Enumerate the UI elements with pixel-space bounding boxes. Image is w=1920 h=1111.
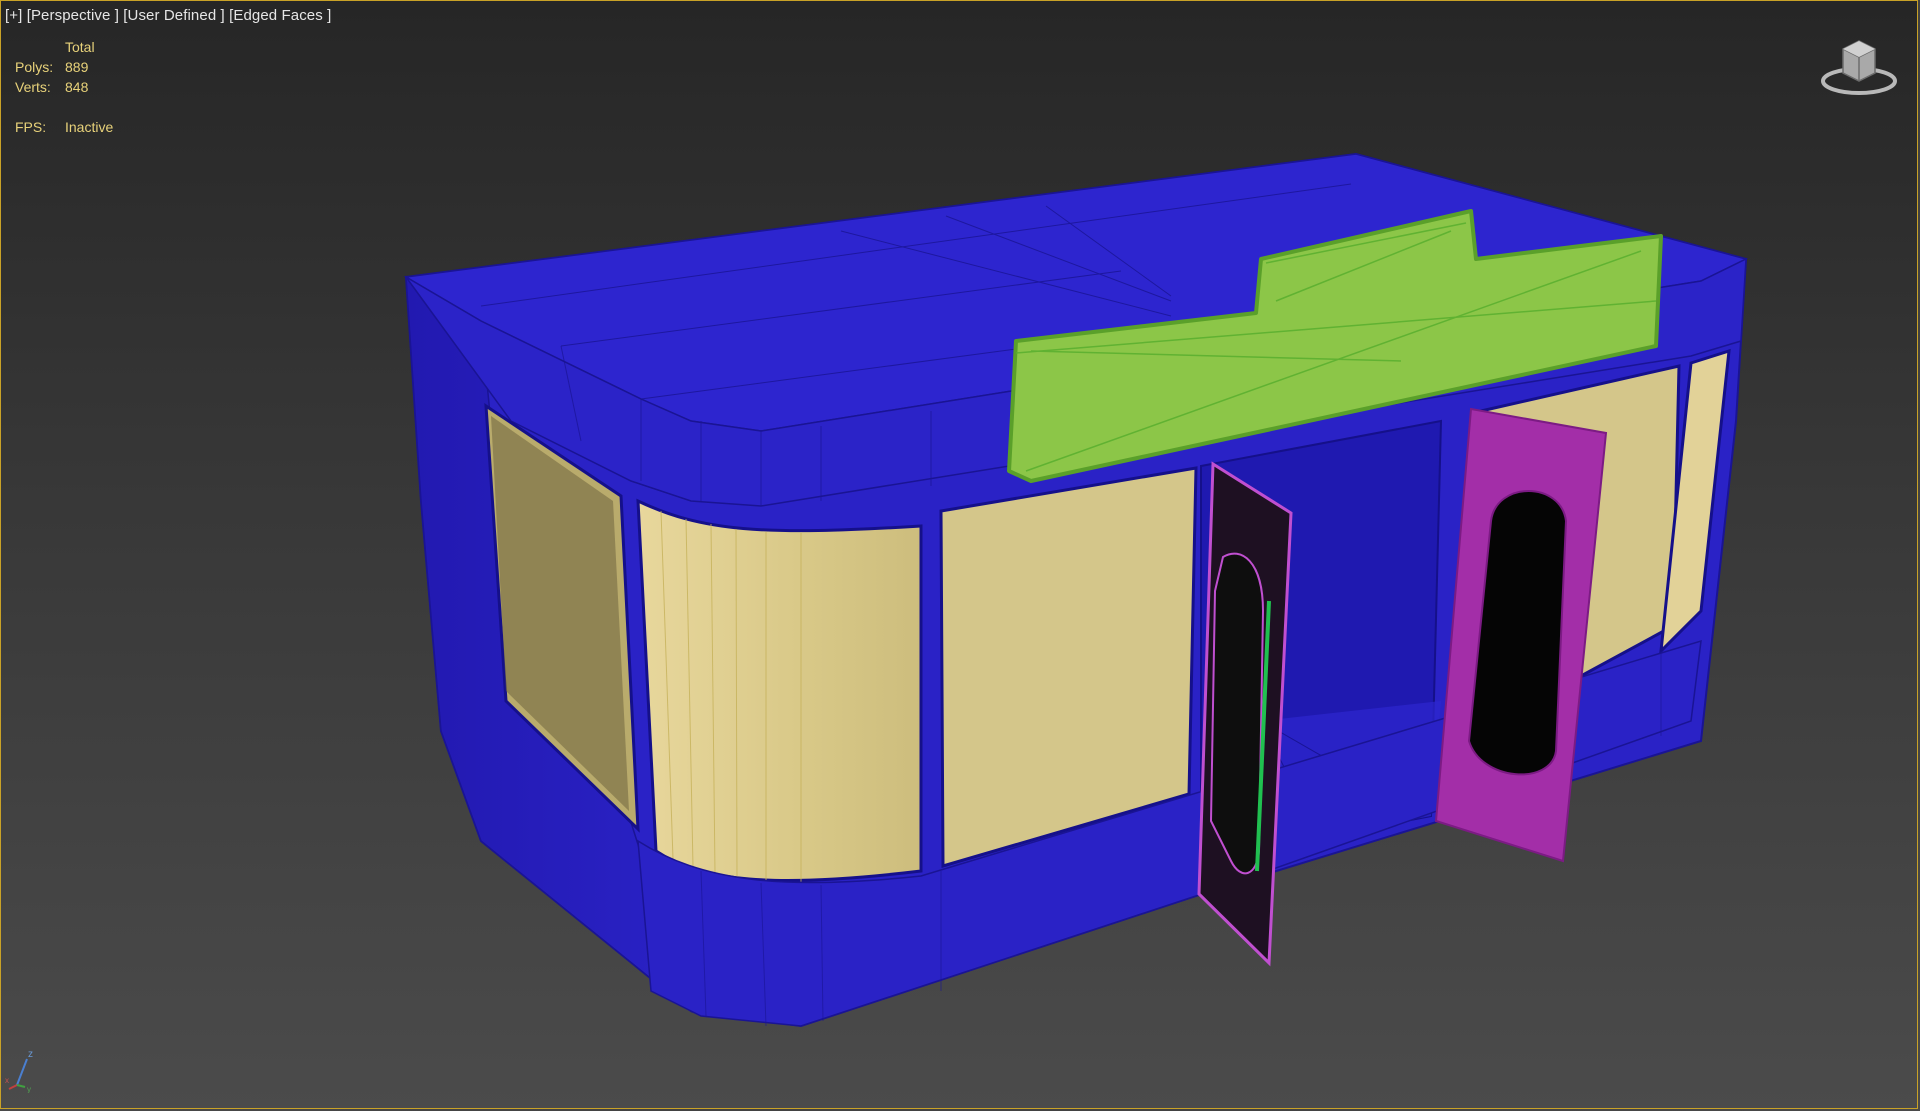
- axis-x-label: x: [5, 1076, 9, 1085]
- curved-corner-window[interactable]: [636, 498, 923, 883]
- axis-z-label: z: [28, 1049, 33, 1060]
- perspective-viewport[interactable]: [+] [Perspective ] [User Defined ] [Edge…: [0, 0, 1918, 1109]
- viewcube-icon[interactable]: [1819, 31, 1899, 101]
- kiosk-model[interactable]: [1, 1, 1919, 1110]
- axis-y-label: y: [27, 1085, 31, 1093]
- axis-tripod-icon: z x y: [5, 1049, 33, 1093]
- left-door-glass: [1209, 552, 1265, 875]
